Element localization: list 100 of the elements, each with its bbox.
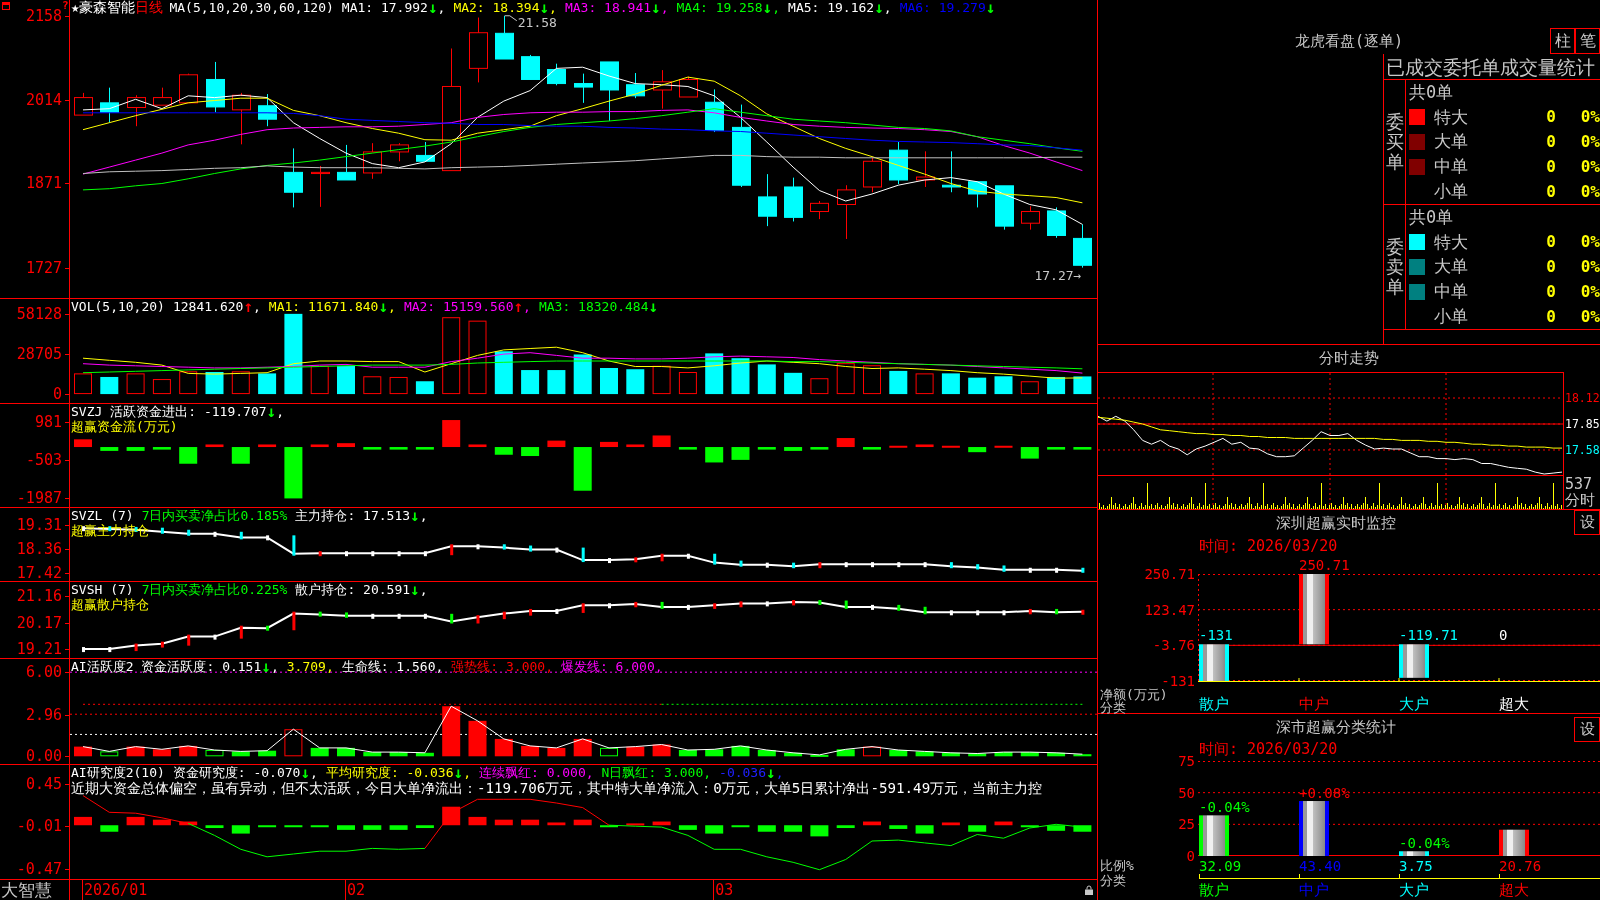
axis-label: 0 — [1186, 849, 1195, 863]
stock-name: ★豪森智能 — [71, 0, 136, 15]
order-percent: 0% — [1579, 134, 1600, 150]
indicator-reading: SVZL (7) — [71, 508, 134, 523]
axis-caption: 比例% — [1100, 858, 1134, 873]
axis-label: 25 — [1178, 817, 1195, 832]
candle — [574, 73, 593, 104]
axis-label: -3.76 — [1152, 638, 1195, 653]
indicator-reading: 生命线: 1.560, — [341, 659, 444, 674]
indicator-reading: SVZJ — [71, 404, 103, 419]
axis-label: -503 — [25, 452, 62, 468]
axis-caption: 分类 — [1100, 873, 1127, 888]
summary-text: 近期大资金总体偏空，虽有异动，但不太活跃，今日大单净流出：-119.706万元，其中特大单净流入：0万元，大单5日累计净出-591.49万元，当前主力控 — [71, 780, 1043, 796]
axis-caption: 分类 — [1100, 701, 1126, 714]
change-label: -0.04% — [1399, 836, 1450, 851]
candle — [916, 150, 935, 188]
axis-label: 0.45 — [25, 776, 62, 792]
order-percent: 0% — [1579, 158, 1600, 175]
candle — [679, 76, 698, 98]
settings-button[interactable]: 设 — [1574, 717, 1600, 742]
order-count: 0 — [1545, 234, 1556, 251]
candle — [179, 73, 198, 104]
indicator-reading: MA6: 19.279↓ — [899, 0, 996, 15]
candle — [784, 177, 803, 222]
order-size-label: 大单 — [1434, 258, 1469, 276]
indicator-reading: 3.709, — [286, 659, 334, 674]
order-count: 0 — [1545, 109, 1556, 126]
category-label: 大户 — [1399, 883, 1429, 898]
axis-label: 2.96 — [25, 707, 62, 723]
candle — [232, 92, 251, 145]
indicator-reading: MA1: 11671.840↓, — [268, 299, 396, 314]
order-count: 0 — [1545, 283, 1556, 300]
indicator-reading: MA3: 18.941↓, — [564, 0, 669, 15]
candle — [153, 87, 172, 106]
indicator-subtitle: 超赢散户持仓 — [71, 597, 149, 612]
category-label: 中户 — [1299, 697, 1329, 712]
indicator-reading: 强势线: 3.000, — [451, 659, 553, 674]
indicator-reading: MA4: 19.258↓, — [676, 0, 781, 15]
candle — [547, 63, 566, 86]
axis-label: 20.17 — [16, 615, 62, 631]
axis-label: 58128 — [16, 306, 62, 322]
indicator-reading: MA2: 15159.560↑, — [403, 299, 531, 314]
candle — [653, 69, 672, 110]
value-label: 43.40 — [1299, 859, 1342, 873]
value-label: 0 — [1499, 628, 1508, 643]
panel-title: 龙虎看盘(逐单) — [1294, 33, 1404, 52]
value-label: 20.76 — [1499, 859, 1542, 873]
axis-label: 0 — [52, 386, 62, 402]
candle — [363, 142, 382, 180]
axis-label: 21.16 — [16, 588, 62, 604]
category-label: 大户 — [1399, 697, 1429, 712]
date-label: 03 — [715, 882, 734, 898]
volume-scale-label: 537 — [1565, 476, 1593, 492]
axis-label: 18.12 — [1565, 391, 1600, 405]
section-title: 深市超赢分类统计 — [1276, 720, 1396, 735]
settings-button[interactable]: 设 — [1574, 510, 1600, 535]
axis-label: 19.31 — [16, 517, 62, 533]
category-label: 中户 — [1299, 883, 1329, 898]
candle — [416, 141, 435, 162]
pointer-line — [504, 15, 518, 22]
value-label: 32.09 — [1199, 859, 1242, 873]
axis-label: -131 — [1161, 674, 1195, 688]
candle — [521, 54, 540, 80]
axis-label: -0.47 — [16, 861, 62, 877]
axis-label: 1871 — [25, 175, 62, 191]
axis-label: -1987 — [16, 490, 62, 506]
category-label: 超大 — [1499, 883, 1529, 898]
toggle-button[interactable]: 柱 — [1550, 28, 1575, 54]
unit-label: 分时 — [1565, 492, 1595, 508]
axis-label: 2014 — [25, 92, 62, 108]
order-count: 0 — [1545, 158, 1556, 175]
candle — [1073, 223, 1092, 269]
category-label: 散户 — [1199, 883, 1229, 898]
indicator-reading: 7日内买卖净占比0.225% — [141, 582, 288, 597]
period-label: 日线 — [135, 0, 164, 15]
indicator-reading: 资金研究度: -0.070↓, — [172, 765, 318, 780]
window-icon[interactable] — [2, 2, 10, 10]
axis-label: 981 — [34, 414, 62, 430]
axis-label: 50 — [1178, 785, 1195, 800]
help-mark[interactable]: ? — [62, 0, 69, 11]
indicator-reading: SVSH (7) — [71, 582, 134, 597]
order-count: 0 — [1545, 183, 1556, 200]
indicator-reading: MA3: 18320.484↓ — [538, 299, 659, 314]
date-text: 时间: 2026/03/20 — [1199, 742, 1338, 757]
candle — [758, 173, 777, 227]
lock-icon — [1085, 885, 1093, 895]
toggle-button[interactable]: 笔 — [1575, 28, 1600, 54]
axis-label: 0.00 — [25, 748, 62, 764]
category-label: 散户 — [1199, 697, 1229, 712]
candle — [837, 184, 856, 240]
axis-label: 17.85 — [1565, 417, 1600, 431]
indicator-reading: MA5: 19.162↓, — [788, 0, 892, 15]
axis-label: 17.58 — [1565, 443, 1600, 457]
candle — [889, 141, 908, 185]
axis-label: 1727 — [25, 260, 62, 276]
indicator-reading: 12841.620↑, — [172, 299, 261, 314]
candle — [810, 200, 829, 220]
candle — [100, 87, 119, 124]
order-size-label: 特大 — [1434, 108, 1469, 126]
indicator-reading: MA1: 17.992↓, — [341, 0, 446, 15]
